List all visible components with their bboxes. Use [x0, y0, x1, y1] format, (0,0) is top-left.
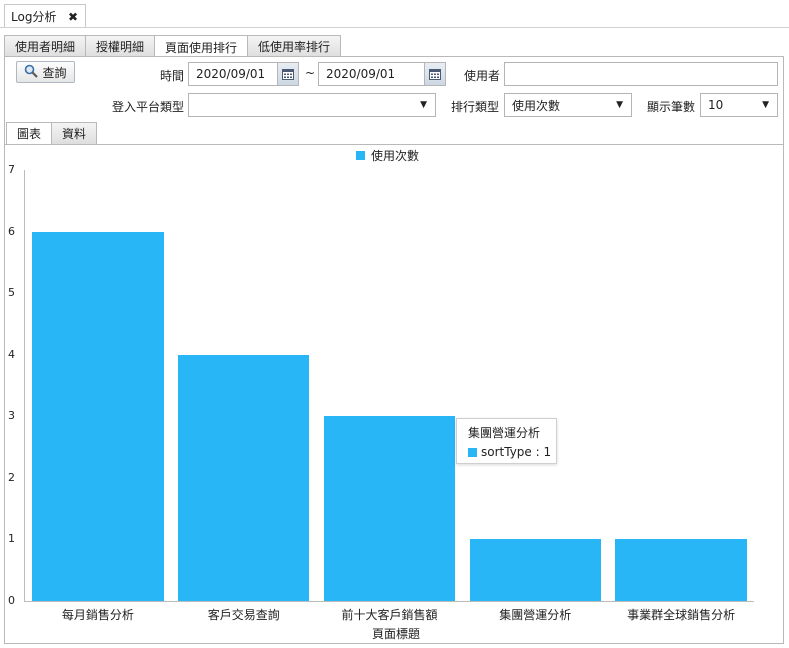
- user-label: 使用者: [463, 69, 500, 83]
- sort-type-select[interactable]: 使用次數 ▼: [504, 93, 632, 117]
- tooltip-text: sortType : 1: [481, 445, 552, 459]
- sort-type-label: 排行類型: [450, 100, 499, 114]
- user-field[interactable]: [504, 62, 778, 86]
- query-button[interactable]: 查詢: [16, 61, 75, 83]
- legend-swatch: [356, 151, 365, 160]
- window-tab-title: Log分析: [11, 10, 57, 24]
- close-icon[interactable]: ✖: [68, 10, 78, 24]
- tab-page-usage-ranking[interactable]: 頁面使用排行: [154, 35, 249, 58]
- tooltip-row: sortType : 1: [468, 445, 556, 459]
- sort-type-value: 使用次數: [512, 98, 561, 113]
- tab-low-usage-ranking[interactable]: 低使用率排行: [247, 35, 342, 57]
- chevron-down-icon: ▼: [420, 100, 427, 110]
- tab-strip-divider: [0, 27, 789, 28]
- tooltip-swatch: [468, 447, 477, 457]
- chevron-down-icon: ▼: [762, 100, 769, 110]
- date-range-tilde: ~: [305, 66, 316, 80]
- tab-license-detail[interactable]: 授權明細: [85, 35, 156, 57]
- platform-type-label: 登入平台類型: [111, 100, 184, 114]
- tab-data[interactable]: 資料: [51, 122, 98, 144]
- chevron-down-icon: ▼: [616, 100, 623, 110]
- view-tabs: 圖表 資料: [6, 122, 98, 144]
- query-button-label: 查詢: [42, 65, 67, 80]
- tab-chart[interactable]: 圖表: [6, 122, 53, 144]
- date-to-calendar-icon[interactable]: [424, 62, 446, 86]
- display-count-value: 10: [708, 98, 724, 112]
- tooltip-title: 集團營運分析: [468, 426, 541, 440]
- tab-user-detail[interactable]: 使用者明細: [4, 35, 87, 57]
- legend-label: 使用次數: [371, 149, 420, 163]
- date-to-field[interactable]: 2020/09/01: [318, 62, 425, 86]
- view-tabs-divider: [5, 144, 784, 145]
- display-count-select[interactable]: 10 ▼: [700, 93, 778, 117]
- report-tabs: 使用者明細 授權明細 頁面使用排行 低使用率排行: [4, 35, 342, 58]
- time-label: 時間: [159, 69, 184, 83]
- platform-type-select[interactable]: ▼: [188, 93, 436, 117]
- chart-legend: 使用次數: [356, 147, 419, 164]
- chart-tooltip: 集團營運分析 sortType : 1: [456, 418, 557, 464]
- x-axis-title: 頁面標題: [371, 627, 420, 641]
- search-icon: [24, 64, 39, 81]
- window-tab[interactable]: Log分析 ✖: [4, 4, 86, 28]
- date-from-calendar-icon[interactable]: [277, 62, 299, 86]
- date-from-field[interactable]: 2020/09/01: [188, 62, 278, 86]
- display-count-label: 顯示筆數: [646, 100, 695, 114]
